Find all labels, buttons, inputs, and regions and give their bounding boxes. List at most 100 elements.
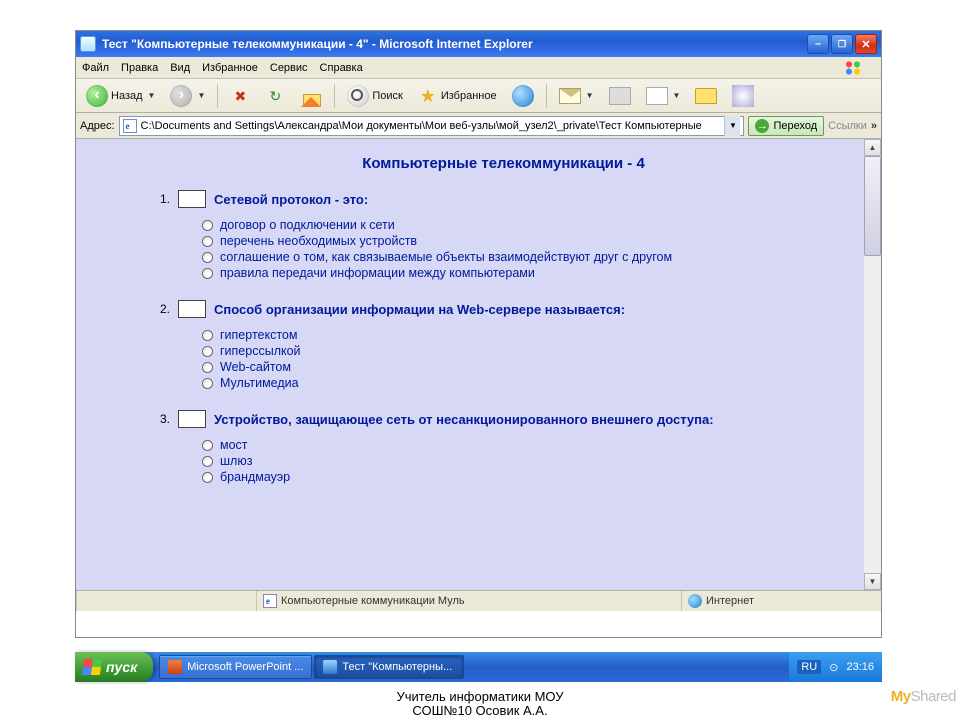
radio-icon[interactable] [202, 252, 213, 263]
scroll-thumb[interactable] [864, 156, 881, 256]
forward-button[interactable]: ▼ [164, 82, 211, 110]
minimize-button[interactable]: – [807, 34, 829, 54]
mail-icon [559, 88, 581, 104]
statusbar: Компьютерные коммуникации Муль Интернет [76, 591, 881, 611]
window-title: Тест "Компьютерные телекоммуникации - 4"… [102, 37, 807, 51]
answer-input[interactable] [178, 410, 206, 428]
radio-icon[interactable] [202, 220, 213, 231]
option[interactable]: гиперссылкой [202, 344, 851, 358]
edit-icon [646, 87, 668, 105]
chevron-down-icon: ▼ [586, 91, 594, 100]
option[interactable]: брандмауэр [202, 470, 851, 484]
radio-icon[interactable] [202, 330, 213, 341]
maximize-button[interactable]: ❐ [831, 34, 853, 54]
research-button[interactable] [726, 82, 760, 110]
back-label: Назад [111, 90, 143, 102]
scroll-down-button[interactable]: ▼ [864, 573, 881, 590]
option[interactable]: шлюз [202, 454, 851, 468]
menu-file[interactable]: Файл [82, 62, 109, 74]
folder-icon [695, 88, 717, 104]
menu-help[interactable]: Справка [320, 62, 363, 74]
question-number: 1. [156, 192, 170, 206]
status-doc-text: Компьютерные коммуникации Муль [281, 595, 465, 607]
status-left [76, 591, 256, 611]
task-ie[interactable]: Тест "Компьютерны... [314, 655, 464, 679]
radio-icon[interactable] [202, 346, 213, 357]
radio-icon[interactable] [202, 440, 213, 451]
media-icon [512, 85, 534, 107]
option[interactable]: мост [202, 438, 851, 452]
home-button[interactable] [294, 82, 328, 110]
question: 2.Способ организации информации на Web-с… [156, 300, 851, 390]
chevron-down-icon: ▼ [148, 91, 156, 100]
addressbar: Адрес: C:\Documents and Settings\Алексан… [76, 113, 881, 139]
address-input[interactable]: C:\Documents and Settings\Александра\Мои… [119, 116, 745, 136]
ie-icon [80, 36, 96, 52]
scroll-track[interactable] [864, 156, 881, 573]
radio-icon[interactable] [202, 378, 213, 389]
favorites-button[interactable]: ★ Избранное [412, 83, 503, 109]
media-button[interactable] [506, 82, 540, 110]
radio-icon[interactable] [202, 456, 213, 467]
option-text: правила передачи информации между компью… [220, 266, 535, 280]
radio-icon[interactable] [202, 236, 213, 247]
status-document: Компьютерные коммуникации Муль [256, 591, 681, 611]
research-icon [732, 85, 754, 107]
vertical-scrollbar[interactable]: ▲ ▼ [864, 139, 881, 590]
option[interactable]: перечень необходимых устройств [202, 234, 851, 248]
option[interactable]: правила передачи информации между компью… [202, 266, 851, 280]
search-button[interactable]: Поиск [341, 82, 408, 110]
refresh-button[interactable]: ↻ [259, 83, 291, 109]
task-powerpoint[interactable]: Microsoft PowerPoint ... [159, 655, 312, 679]
scroll-up-button[interactable]: ▲ [864, 139, 881, 156]
tray-icon[interactable]: ⊙ [829, 661, 838, 674]
radio-icon[interactable] [202, 472, 213, 483]
folder-button[interactable] [689, 85, 723, 107]
radio-icon[interactable] [202, 268, 213, 279]
answer-input[interactable] [178, 300, 206, 318]
menu-favorites[interactable]: Избранное [202, 62, 258, 74]
stop-icon: ✖ [230, 86, 250, 106]
slide-caption: Учитель информатики МОУ СОШ№10 Осовик А.… [0, 690, 960, 719]
menu-tools[interactable]: Сервис [270, 62, 308, 74]
system-tray: RU ⊙ 23:16 [789, 652, 882, 682]
windows-flag-icon [843, 59, 863, 77]
start-button[interactable]: пуск [75, 652, 153, 682]
option-text: гипертекстом [220, 328, 297, 342]
mail-button[interactable]: ▼ [553, 85, 600, 107]
back-button[interactable]: Назад ▼ [80, 82, 161, 110]
caption-line2: СОШ№10 Осовик А.А. [0, 704, 960, 718]
option[interactable]: Мультимедиа [202, 376, 851, 390]
links-label[interactable]: Ссылки [828, 120, 867, 132]
option-text: шлюз [220, 454, 252, 468]
option[interactable]: гипертекстом [202, 328, 851, 342]
option[interactable]: соглашение о том, как связываемые объект… [202, 250, 851, 264]
option[interactable]: Web-сайтом [202, 360, 851, 374]
links-expand[interactable]: » [871, 120, 877, 132]
question-number: 2. [156, 302, 170, 316]
stop-button[interactable]: ✖ [224, 83, 256, 109]
page-title: Компьютерные телекоммуникации - 4 [156, 155, 851, 172]
address-dropdown[interactable]: ▼ [724, 116, 740, 136]
option[interactable]: договор о подключении к сети [202, 218, 851, 232]
go-button[interactable]: → Переход [748, 116, 824, 136]
go-arrow-icon: → [755, 119, 769, 133]
radio-icon[interactable] [202, 362, 213, 373]
close-button[interactable]: ✕ [855, 34, 877, 54]
caption-line1: Учитель информатики МОУ [0, 690, 960, 704]
start-label: пуск [106, 659, 137, 675]
lang-indicator[interactable]: RU [797, 660, 821, 674]
answer-input[interactable] [178, 190, 206, 208]
menu-edit[interactable]: Правка [121, 62, 158, 74]
watermark-text: Shared [911, 688, 956, 705]
globe-icon [688, 594, 702, 608]
print-button[interactable] [603, 84, 637, 108]
edit-button[interactable]: ▼ [640, 84, 687, 108]
menu-view[interactable]: Вид [170, 62, 190, 74]
star-icon: ★ [418, 86, 438, 106]
go-label: Переход [773, 120, 817, 132]
option-text: Мультимедиа [220, 376, 299, 390]
option-text: соглашение о том, как связываемые объект… [220, 250, 672, 264]
page-icon [123, 119, 137, 133]
option-text: мост [220, 438, 248, 452]
